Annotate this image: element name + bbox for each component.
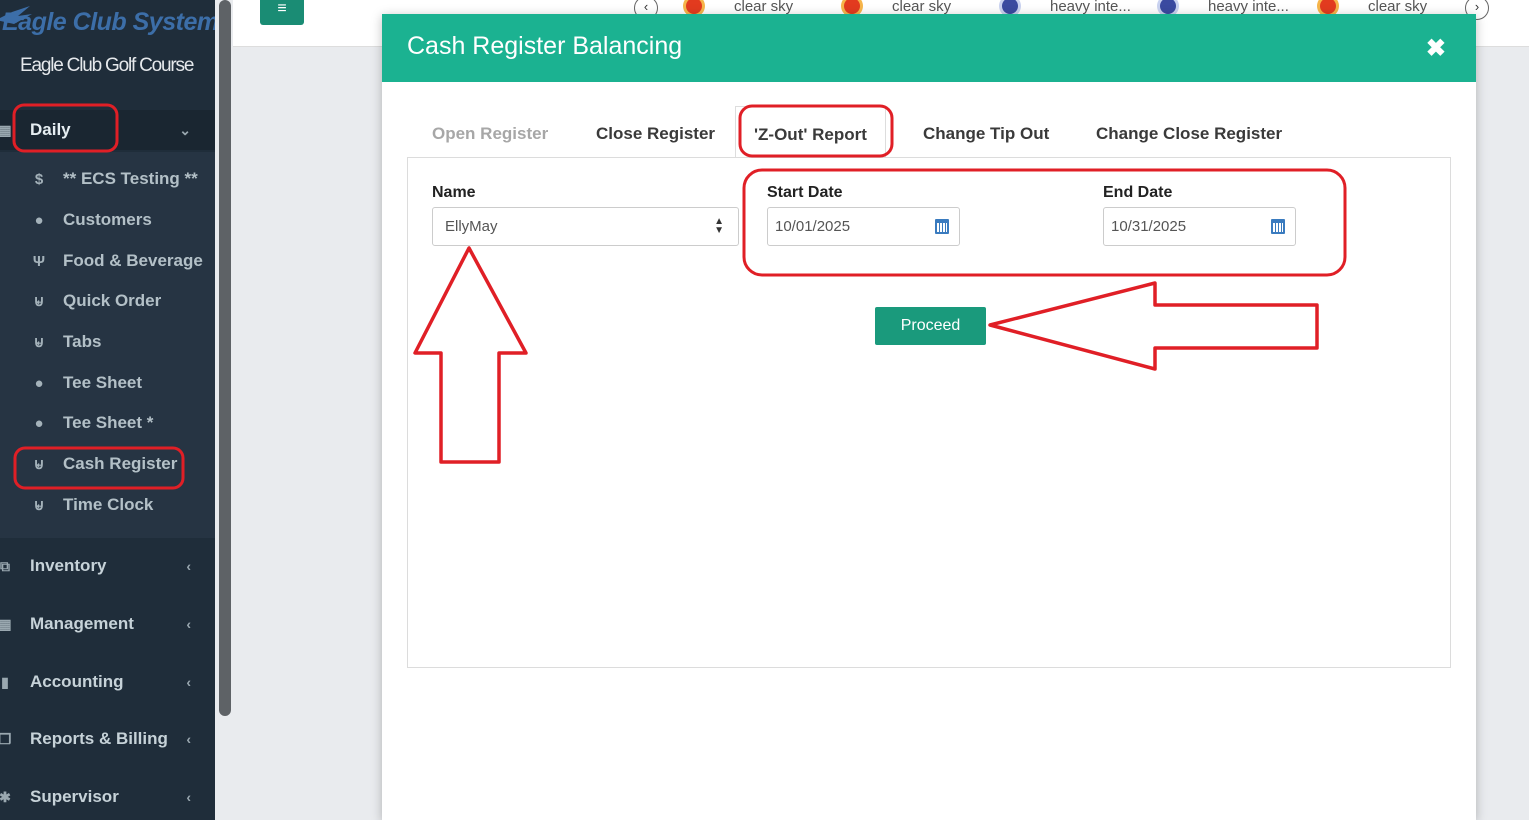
cubes-icon: ⧉ (0, 558, 10, 574)
sidebar-item-tee-sheet[interactable]: ● Tee Sheet (0, 364, 215, 402)
sidebar-item-quick-order[interactable]: ⊌ Quick Order (0, 282, 215, 320)
weather-label: heavy inte... (1208, 0, 1289, 15)
name-select[interactable]: EllyMay ▲ ▼ (432, 207, 739, 246)
select-arrows-icon: ▲ ▼ (714, 216, 724, 236)
menu-group-label: Inventory (30, 556, 107, 575)
menu-group-label: Daily (30, 120, 71, 139)
sidebar-item-ecs-testing[interactable]: $ ** ECS Testing ** (0, 160, 215, 198)
dollar-icon: $ (34, 170, 44, 188)
sun-icon (844, 0, 860, 14)
golf-ball-icon: ● (34, 374, 44, 392)
modal-header: Cash Register Balancing ✖ (382, 14, 1476, 82)
cart-icon: ⊌ (33, 456, 45, 473)
chevron-left-icon: ‹ (186, 731, 191, 747)
menu-group-label: Accounting (30, 672, 124, 691)
sidebar-item-tabs[interactable]: ⊌ Tabs (0, 323, 215, 361)
chevron-down-icon: ⌄ (179, 121, 191, 138)
sidebar-scrollbar[interactable] (219, 0, 231, 716)
sidebar-item-label: Tee Sheet (63, 373, 143, 392)
storm-icon (1160, 0, 1176, 14)
sidebar-item-label: Customers (63, 210, 152, 229)
grid-icon: ▦ (0, 616, 12, 632)
sidebar-item-customers[interactable]: ● Customers (0, 201, 215, 239)
brand-subtitle: Eagle Club Golf Course (20, 55, 194, 76)
tab-close-register[interactable]: Close Register (596, 106, 715, 158)
menu-group-label: Management (30, 614, 134, 633)
user-icon: ● (34, 211, 44, 229)
sidebar-item-label: Tabs (63, 332, 102, 351)
sidebar-item-label: Time Clock (63, 495, 154, 514)
cart-icon: ⊌ (33, 334, 45, 351)
z-out-panel: Name EllyMay ▲ ▼ Start Date 10/01/2025 En… (407, 157, 1451, 668)
chevron-left-icon: ‹ (186, 789, 191, 805)
cash-register-modal: Cash Register Balancing ✖ Open Register … (382, 14, 1476, 820)
sidebar-item-cash-register[interactable]: ⊌ Cash Register (0, 445, 215, 483)
weather-label: heavy inte... (1050, 0, 1131, 15)
storm-icon (1002, 0, 1018, 14)
cutlery-icon: Ψ (32, 252, 46, 270)
start-date-value: 10/01/2025 (775, 218, 851, 235)
sidebar-item-label: ** ECS Testing ** (63, 169, 198, 188)
menu-group-management[interactable]: ▦ Management ‹ (0, 604, 215, 644)
tab-change-close-register[interactable]: Change Close Register (1096, 106, 1282, 158)
menu-group-label: Reports & Billing (30, 729, 168, 748)
chevron-left-icon: ‹ (186, 616, 191, 632)
weather-label: clear sky (1368, 0, 1428, 15)
menu-group-accounting[interactable]: ▮ Accounting ‹ (0, 662, 215, 702)
tab-change-tip-out[interactable]: Change Tip Out (923, 106, 1049, 158)
close-icon[interactable]: ✖ (1426, 34, 1446, 63)
weather-label: clear sky (892, 0, 952, 15)
cart-icon: ⊌ (33, 293, 45, 310)
sidebar-item-label: Quick Order (63, 291, 162, 310)
menu-group-inventory[interactable]: ⧉ Inventory ‹ (0, 546, 215, 586)
modal-title: Cash Register Balancing (407, 32, 683, 60)
chevron-left-icon: ‹ (186, 558, 191, 574)
sidebar-item-label: Food & Beverage (63, 251, 203, 270)
sun-icon (1320, 0, 1336, 14)
start-date-label: Start Date (767, 184, 843, 201)
calendar-icon[interactable] (1271, 219, 1285, 234)
sun-icon (686, 0, 702, 14)
sidebar-item-label: Tee Sheet * (63, 413, 154, 432)
end-date-label: End Date (1103, 184, 1173, 201)
menu-group-label: Supervisor (30, 787, 119, 806)
end-date-value: 10/31/2025 (1111, 218, 1187, 235)
register-tabs: Open Register Close Register 'Z-Out' Rep… (407, 106, 1451, 158)
chevron-left-icon: ‹ (186, 674, 191, 690)
brand-title: Eagle Club Systems (2, 8, 215, 36)
sidebar-item-label: Cash Register (63, 454, 178, 473)
gear-icon: ✱ (0, 789, 11, 805)
golf-ball-icon: ● (34, 414, 44, 432)
menu-group-reports-billing[interactable]: ❐ Reports & Billing ‹ (0, 719, 215, 759)
name-select-value: EllyMay (445, 218, 498, 235)
menu-group-supervisor[interactable]: ✱ Supervisor ‹ (0, 777, 215, 817)
calendar-icon: ▦ (0, 122, 12, 138)
proceed-button[interactable]: Proceed (875, 307, 986, 345)
menu-toggle-button[interactable]: ≡ (260, 0, 304, 25)
name-label: Name (432, 184, 476, 201)
tab-open-register[interactable]: Open Register (432, 106, 548, 158)
start-date-input[interactable]: 10/01/2025 (767, 207, 960, 246)
sidebar-item-food-beverage[interactable]: Ψ Food & Beverage (0, 242, 215, 280)
tab-z-out-report[interactable]: 'Z-Out' Report (735, 106, 886, 158)
bar-chart-icon: ▮ (1, 674, 9, 690)
cart-icon: ⊌ (33, 497, 45, 514)
weather-label: clear sky (734, 0, 794, 15)
sidebar: Eagle Club Systems Eagle Club Golf Cours… (0, 0, 215, 820)
calendar-icon[interactable] (935, 219, 949, 234)
sidebar-item-tee-sheet-star[interactable]: ● Tee Sheet * (0, 404, 215, 442)
end-date-input[interactable]: 10/31/2025 (1103, 207, 1296, 246)
menu-group-daily[interactable]: ▦ Daily ⌄ (0, 110, 215, 150)
copy-icon: ❐ (0, 731, 12, 747)
sidebar-item-time-clock[interactable]: ⊌ Time Clock (0, 486, 215, 524)
